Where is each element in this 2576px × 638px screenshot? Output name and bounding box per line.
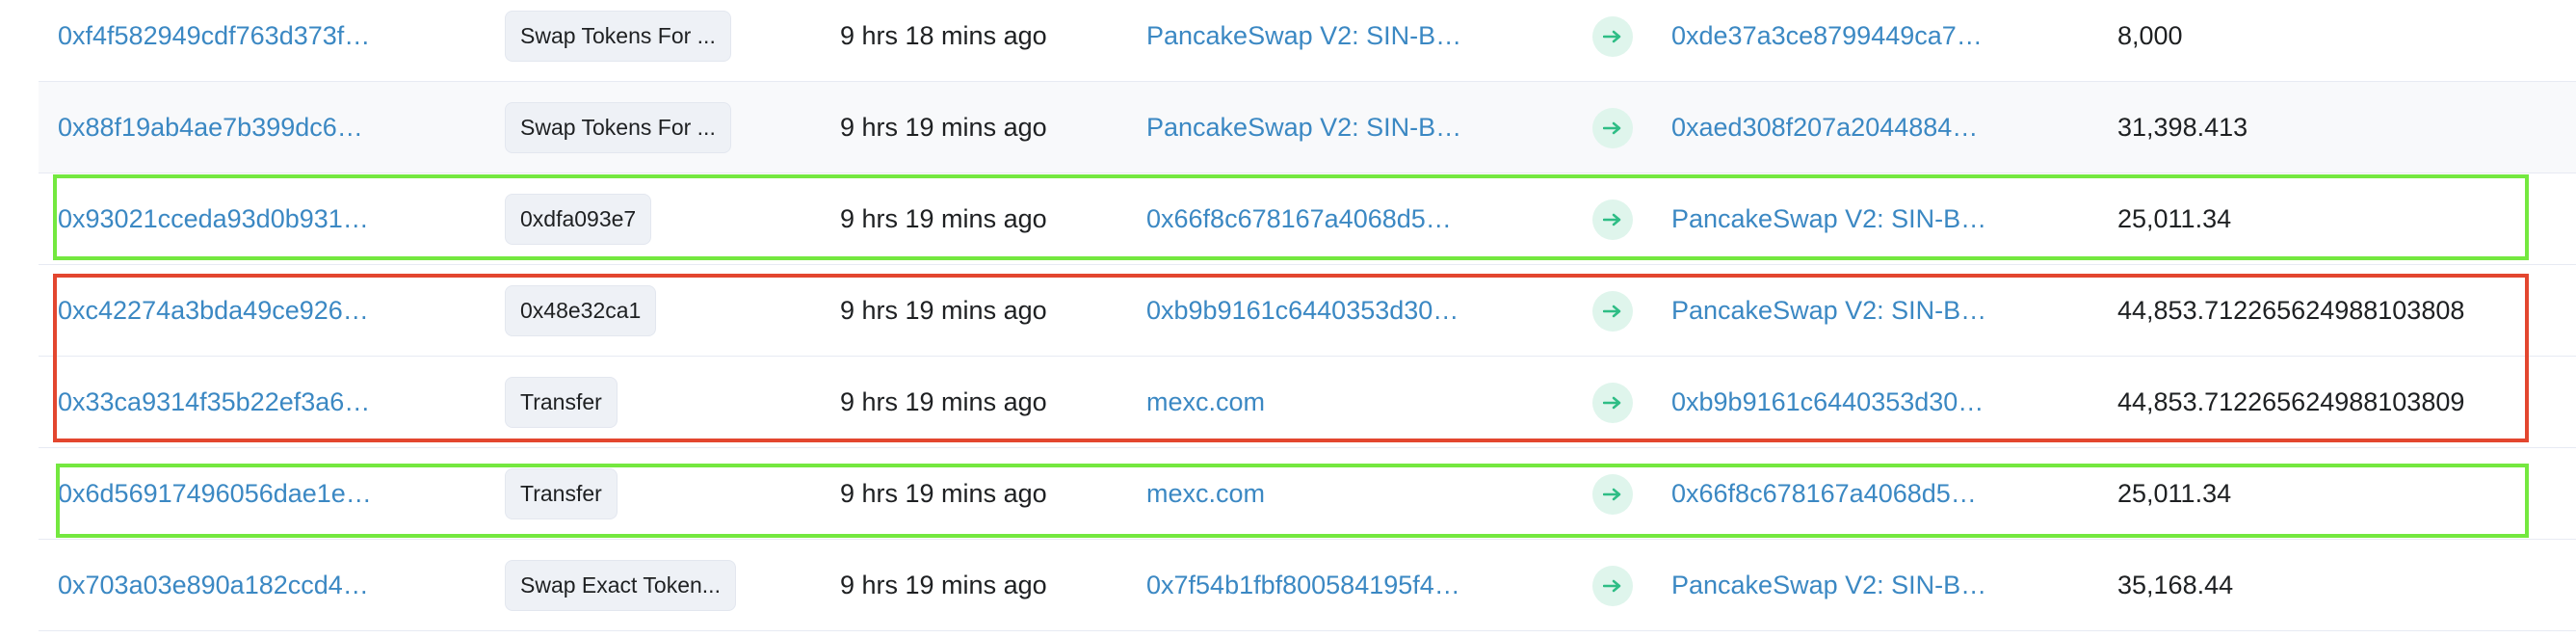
method-badge: Transfer (505, 377, 618, 428)
method-badge: 0x48e32ca1 (505, 285, 657, 336)
quantity-text: 8,000 (2117, 21, 2183, 50)
table-row: 0xc42274a3bda49ce926… 0x48e32ca1 9 hrs 1… (39, 265, 2576, 357)
direction-cell (1592, 265, 1633, 357)
quantity-text: 25,011.34 (2117, 479, 2232, 508)
from-address-link[interactable]: 0x7f54b1fbf800584195f4… (1146, 540, 1460, 631)
to-address-link[interactable]: PancakeSwap V2: SIN-B… (1671, 540, 1986, 631)
method-cell: Swap Tokens For ... (505, 82, 731, 173)
direction-cell (1592, 540, 1633, 631)
txn-hash-link[interactable]: 0x703a03e890a182ccd4… (58, 540, 369, 631)
direction-cell (1592, 82, 1633, 173)
direction-cell (1592, 357, 1633, 448)
method-cell: Swap Exact Token... (505, 540, 736, 631)
from-address-link[interactable]: mexc.com (1146, 448, 1265, 540)
age-text: 9 hrs 19 mins ago (840, 479, 1047, 508)
to-address-link[interactable]: 0xb9b9161c6440353d30… (1671, 357, 1984, 448)
table-row: 0x93021cceda93d0b931… 0xdfa093e7 9 hrs 1… (39, 173, 2576, 265)
arrow-right-icon (1592, 290, 1633, 332)
from-address-link[interactable]: PancakeSwap V2: SIN-B… (1146, 82, 1461, 173)
method-cell: 0x48e32ca1 (505, 265, 657, 357)
age-text: 9 hrs 19 mins ago (840, 296, 1047, 325)
arrow-right-icon (1592, 473, 1633, 515)
age-text: 9 hrs 19 mins ago (840, 571, 1047, 599)
method-badge: Swap Exact Token... (505, 560, 736, 611)
method-cell: Transfer (505, 357, 618, 448)
table-row: 0x33ca9314f35b22ef3a6… Transfer 9 hrs 19… (39, 357, 2576, 448)
method-badge: Swap Tokens For ... (505, 11, 731, 62)
table-row: 0x6d56917496056dae1e… Transfer 9 hrs 19 … (39, 448, 2576, 540)
age-text: 9 hrs 19 mins ago (840, 204, 1047, 233)
method-cell: Swap Tokens For ... (505, 0, 731, 82)
txn-hash-link[interactable]: 0x88f19ab4ae7b399dc6… (58, 82, 363, 173)
txn-hash-link[interactable]: 0xf4f582949cdf763d373f… (58, 0, 370, 82)
txn-hash-link[interactable]: 0x93021cceda93d0b931… (58, 173, 369, 265)
method-cell: 0xdfa093e7 (505, 173, 652, 265)
arrow-right-icon (1592, 199, 1633, 240)
age-text: 9 hrs 19 mins ago (840, 387, 1047, 416)
method-badge: Transfer (505, 468, 618, 519)
table-row: 0x703a03e890a182ccd4… Swap Exact Token..… (39, 540, 2576, 631)
from-address-link[interactable]: 0xb9b9161c6440353d30… (1146, 265, 1459, 357)
table-row: 0xf4f582949cdf763d373f… Swap Tokens For … (39, 0, 2576, 82)
arrow-right-icon (1592, 382, 1633, 423)
txn-hash-link[interactable]: 0x33ca9314f35b22ef3a6… (58, 357, 370, 448)
quantity-text: 35,168.44 (2117, 571, 2234, 599)
to-address-link[interactable]: 0xaed308f207a2044884… (1671, 82, 1978, 173)
arrow-right-icon (1592, 565, 1633, 606)
arrow-right-icon (1592, 15, 1633, 57)
quantity-text: 44,853.712265624988103809 (2117, 387, 2465, 416)
token-transfers-table: 0xf4f582949cdf763d373f… Swap Tokens For … (39, 0, 2576, 638)
direction-cell (1592, 0, 1633, 82)
txn-hash-link[interactable]: 0x6d56917496056dae1e… (58, 448, 372, 540)
method-badge: Swap Tokens For ... (505, 102, 731, 153)
quantity-text: 31,398.413 (2117, 113, 2248, 142)
to-address-link[interactable]: 0xde37a3ce8799449ca7… (1671, 0, 1983, 82)
to-address-link[interactable]: PancakeSwap V2: SIN-B… (1671, 173, 1986, 265)
table-row: 0x88f19ab4ae7b399dc6… Swap Tokens For ..… (39, 82, 2576, 173)
method-badge: 0xdfa093e7 (505, 194, 652, 245)
age-text: 9 hrs 18 mins ago (840, 21, 1047, 50)
quantity-text: 44,853.712265624988103808 (2117, 296, 2465, 325)
method-cell: Transfer (505, 448, 618, 540)
txn-hash-link[interactable]: 0xc42274a3bda49ce926… (58, 265, 369, 357)
from-address-link[interactable]: PancakeSwap V2: SIN-B… (1146, 0, 1461, 82)
age-text: 9 hrs 19 mins ago (840, 113, 1047, 142)
direction-cell (1592, 448, 1633, 540)
to-address-link[interactable]: PancakeSwap V2: SIN-B… (1671, 265, 1986, 357)
quantity-text: 25,011.34 (2117, 204, 2232, 233)
arrow-right-icon (1592, 107, 1633, 148)
to-address-link[interactable]: 0x66f8c678167a4068d5… (1671, 448, 1977, 540)
from-address-link[interactable]: 0x66f8c678167a4068d5… (1146, 173, 1452, 265)
from-address-link[interactable]: mexc.com (1146, 357, 1265, 448)
direction-cell (1592, 173, 1633, 265)
